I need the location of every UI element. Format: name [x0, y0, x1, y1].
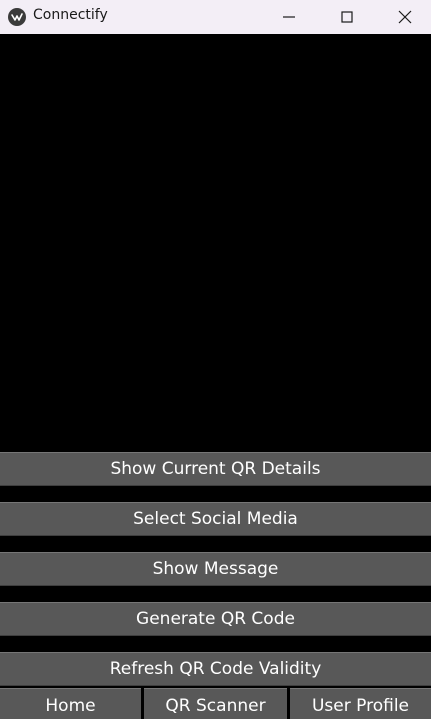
refresh-qr-validity-button[interactable]: Refresh QR Code Validity [0, 652, 431, 686]
close-button[interactable] [376, 0, 431, 34]
close-icon [398, 10, 412, 24]
minimize-icon [283, 16, 295, 18]
nav-home-button[interactable]: Home [0, 688, 141, 719]
maximize-icon [341, 11, 353, 23]
app-logo-icon [8, 8, 26, 26]
camera-viewport [0, 34, 431, 450]
show-message-button[interactable]: Show Message [0, 552, 431, 586]
select-social-media-button[interactable]: Select Social Media [0, 502, 431, 536]
generate-qr-code-button[interactable]: Generate QR Code [0, 602, 431, 636]
minimize-button[interactable] [260, 0, 318, 34]
nav-user-profile-button[interactable]: User Profile [290, 688, 431, 719]
nav-qr-scanner-button[interactable]: QR Scanner [144, 688, 287, 719]
window-title: Connectify [33, 7, 108, 23]
show-qr-details-button[interactable]: Show Current QR Details [0, 452, 431, 486]
app-window: Connectify Show Current QR Details Selec… [0, 0, 431, 719]
maximize-button[interactable] [318, 0, 376, 34]
title-bar[interactable]: Connectify [0, 0, 431, 34]
